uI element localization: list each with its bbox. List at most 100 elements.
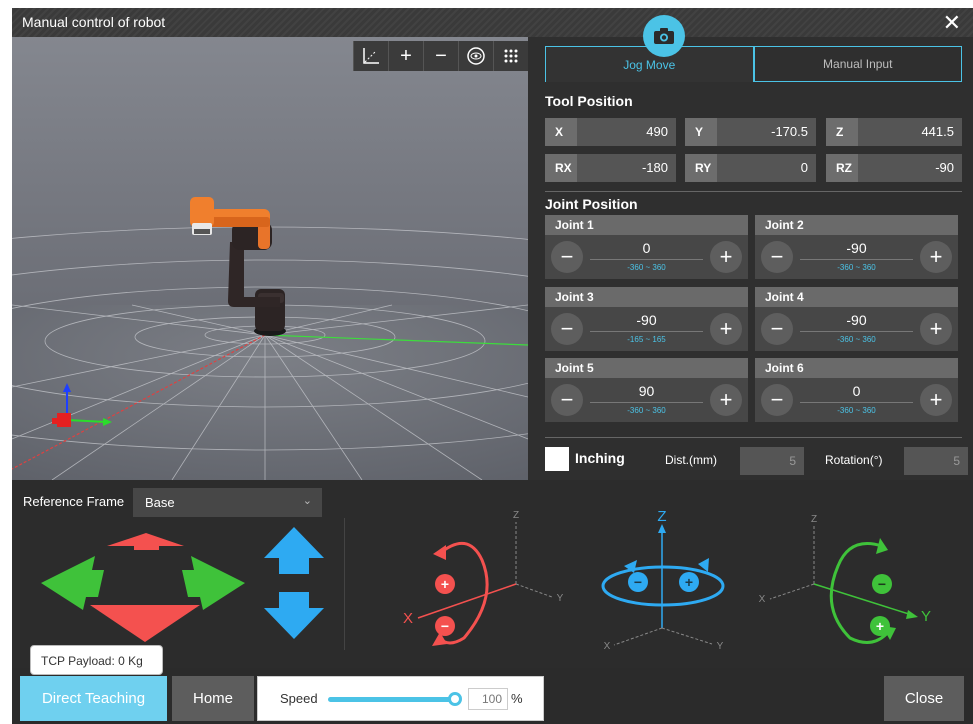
ry-axis-x-label: X (759, 594, 766, 605)
joint-value: -90 (846, 240, 867, 256)
joint-value-underline (590, 331, 703, 332)
rotate-y-minus-sign: − (878, 576, 886, 592)
divider (545, 191, 962, 192)
joint-value: 0 (642, 240, 651, 256)
joint-6-control: Joint 6 − 0 -360 ~ 360 + (755, 358, 958, 422)
joint-position-title: Joint Position (545, 196, 638, 212)
joint-4-minus-button[interactable]: − (761, 313, 793, 345)
joint-3-minus-button[interactable]: − (551, 313, 583, 345)
eye-icon[interactable] (458, 41, 493, 71)
inching-label: Inching (575, 450, 625, 466)
coord-label: RZ (826, 154, 858, 182)
home-button[interactable]: Home (172, 676, 254, 721)
tool-position-title: Tool Position (545, 93, 633, 109)
joint-label: Joint 1 (545, 215, 748, 235)
direct-teaching-button[interactable]: Direct Teaching (20, 676, 167, 721)
joint-1-minus-button[interactable]: − (551, 241, 583, 273)
rotate-y-plus-sign: + (876, 618, 884, 634)
view-toolbar: + − (353, 41, 528, 71)
move-down-arrow[interactable] (264, 592, 324, 639)
joint-value: 90 (638, 383, 655, 399)
rotate-x-plus-sign: + (441, 576, 449, 592)
speed-slider-track[interactable] (328, 697, 453, 702)
footer-bar: Direct Teaching Home Speed 100 % Close (12, 668, 973, 724)
rotation-label: Rotation(°) (825, 453, 883, 467)
rotate-z-plus-sign: + (685, 574, 693, 590)
joint-label: Joint 5 (545, 358, 748, 378)
jog-controls: Reference Frame Base ⌄ + − − + − + Z Y X… (12, 480, 973, 668)
coord-rx: RX -180 (545, 154, 676, 182)
zoom-out-icon[interactable]: − (423, 41, 458, 71)
joint-value: -90 (846, 312, 867, 328)
speed-unit: % (511, 691, 523, 706)
joint-3-plus-button[interactable]: + (710, 313, 742, 345)
close-icon[interactable]: ✕ (943, 10, 961, 36)
coord-value: -180 (641, 160, 668, 175)
rotation-input[interactable]: 5 (904, 447, 968, 475)
move-back-arrow-body[interactable] (90, 605, 200, 642)
robot-3d-viewport[interactable]: + − (12, 37, 528, 480)
zoom-in-icon[interactable]: + (388, 41, 423, 71)
joint-value-underline (590, 259, 703, 260)
coord-value: 441.5 (921, 124, 954, 139)
distance-input[interactable]: 5 (740, 447, 804, 475)
speed-slider-handle[interactable] (448, 692, 462, 706)
grid-dots-icon[interactable] (493, 41, 528, 71)
joint-6-minus-button[interactable]: − (761, 384, 793, 416)
move-right-arrow[interactable] (182, 556, 245, 610)
divider (344, 518, 345, 650)
joint-label: Joint 6 (755, 358, 958, 378)
coord-label: Y (685, 118, 717, 146)
speed-control: Speed 100 % (257, 676, 544, 721)
joint-label: Joint 4 (755, 287, 958, 307)
speed-input[interactable]: 100 (468, 688, 508, 710)
joint-2-minus-button[interactable]: − (761, 241, 793, 273)
camera-icon[interactable] (643, 15, 685, 57)
robot-control-window: Manual control of robot ✕ + − Jog Move M… (12, 8, 973, 724)
joint-value: -90 (636, 312, 657, 328)
joint-range: -360 ~ 360 (627, 406, 666, 415)
distance-label: Dist.(mm) (665, 453, 717, 467)
joint-4-plus-button[interactable]: + (920, 313, 952, 345)
joint-5-control: Joint 5 − 90 -360 ~ 360 + (545, 358, 748, 422)
move-up-arrow[interactable] (264, 527, 324, 574)
move-forward-arrow[interactable] (107, 533, 184, 550)
joint-value: 0 (852, 383, 861, 399)
divider (545, 437, 962, 438)
rx-axis-z-label: Z (513, 510, 519, 521)
joint-5-plus-button[interactable]: + (710, 384, 742, 416)
tab-manual-input[interactable]: Manual Input (753, 46, 962, 82)
joint-range: -360 ~ 360 (837, 406, 876, 415)
joint-value-underline (590, 402, 703, 403)
coord-z: Z 441.5 (826, 118, 962, 146)
joint-4-control: Joint 4 − -90 -360 ~ 360 + (755, 287, 958, 351)
joint-range: -360 ~ 360 (837, 263, 876, 272)
rotate-z-gizmo (601, 524, 725, 646)
joint-range: -360 ~ 360 (627, 263, 666, 272)
rotate-z-minus-sign: − (634, 574, 642, 590)
coord-value: -90 (935, 160, 954, 175)
rz-axis-z-label: Z (657, 508, 666, 525)
rotate-y-gizmo (769, 526, 918, 644)
coord-value: -170.5 (771, 124, 808, 139)
axes-toggle-icon[interactable] (353, 41, 388, 71)
joint-2-plus-button[interactable]: + (920, 241, 952, 273)
close-button[interactable]: Close (884, 676, 964, 721)
move-left-arrow[interactable] (41, 556, 104, 610)
coord-value: 0 (800, 160, 808, 175)
ry-axis-y-label: Y (921, 608, 931, 625)
coord-y: Y -170.5 (685, 118, 816, 146)
control-panel: Jog Move Manual Input Tool Position X 49… (528, 37, 973, 480)
joint-5-minus-button[interactable]: − (551, 384, 583, 416)
coord-label: RX (545, 154, 577, 182)
window-title: Manual control of robot (22, 14, 166, 30)
rz-axis-y-label: Y (717, 641, 724, 652)
mode-tabs: Jog Move Manual Input (545, 46, 962, 82)
joint-6-plus-button[interactable]: + (920, 384, 952, 416)
joint-1-plus-button[interactable]: + (710, 241, 742, 273)
joint-value-underline (800, 331, 913, 332)
coord-label: Z (826, 118, 858, 146)
inching-checkbox[interactable] (545, 447, 569, 471)
joint-value-underline (800, 402, 913, 403)
coord-rz: RZ -90 (826, 154, 962, 182)
